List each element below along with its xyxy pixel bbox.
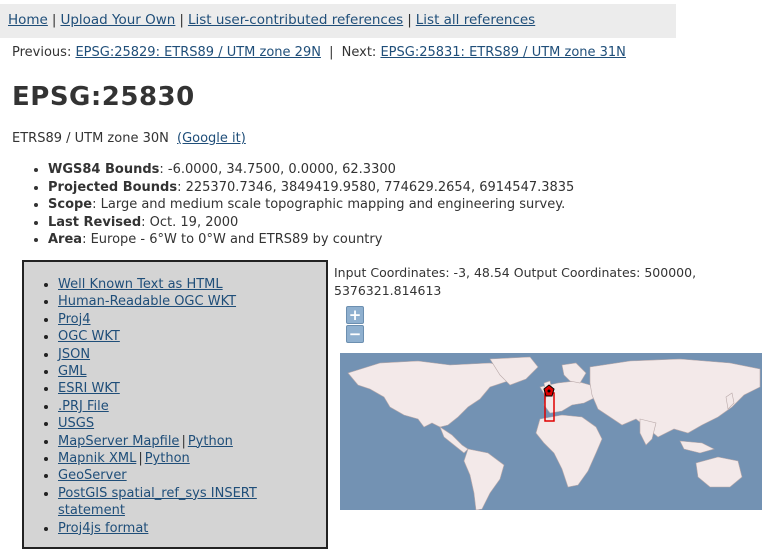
- coordinates-readout: Input Coordinates: -3, 48.54 Output Coor…: [334, 265, 697, 298]
- google-it-link[interactable]: (Google it): [177, 131, 246, 146]
- nav-separator: |: [179, 12, 184, 28]
- proj4js-format-link[interactable]: Proj4js format: [58, 521, 148, 536]
- esri-wkt-link[interactable]: ESRI WKT: [58, 381, 120, 396]
- mapserver-python-link[interactable]: Python: [188, 434, 233, 449]
- next-link[interactable]: EPSG:25831: ETRS89 / UTM zone 31N: [380, 45, 625, 60]
- prevnext-separator: |: [329, 45, 334, 60]
- mapserver-mapfile-link[interactable]: MapServer Mapfile: [58, 434, 179, 449]
- ogc-wkt-link[interactable]: OGC WKT: [58, 329, 120, 344]
- nav-separator: |: [51, 12, 57, 28]
- format-item: Mapnik XML|Python: [58, 450, 326, 467]
- property-key: Scope: [48, 197, 93, 213]
- format-item: JSON: [58, 346, 326, 363]
- format-item: Proj4js format: [58, 520, 326, 537]
- property-value: : Europe - 6°W to 0°W and ETRS89 by coun…: [82, 232, 383, 248]
- format-item: Well Known Text as HTML: [58, 276, 326, 293]
- prj-file-link[interactable]: .PRJ File: [58, 399, 109, 414]
- nav-home-link[interactable]: Home: [8, 12, 48, 28]
- human-readable-ogc-wkt-link[interactable]: Human-Readable OGC WKT: [58, 294, 236, 309]
- geoserver-link[interactable]: GeoServer: [58, 468, 127, 483]
- nav-upload-link[interactable]: Upload Your Own: [60, 12, 175, 28]
- format-item: .PRJ File: [58, 398, 326, 415]
- property-item: Last Revised: Oct. 19, 2000: [48, 214, 574, 232]
- property-value: : -6.0000, 34.7500, 0.0000, 62.3300: [159, 162, 396, 177]
- zoom-out-button[interactable]: −: [346, 325, 364, 343]
- format-item: PostGIS spatial_ref_sys INSERT statement: [58, 485, 326, 520]
- format-item: Human-Readable OGC WKT: [58, 293, 326, 310]
- page-title: EPSG:25830: [12, 82, 195, 112]
- zoom-in-button[interactable]: +: [346, 306, 364, 324]
- property-item: Projected Bounds: 225370.7346, 3849419.9…: [48, 179, 574, 197]
- format-item: ESRI WKT: [58, 380, 326, 397]
- property-value: : 225370.7346, 3849419.9580, 774629.2654…: [177, 179, 575, 195]
- property-item: Scope: Large and medium scale topographi…: [48, 196, 574, 214]
- format-item: MapServer Mapfile|Python: [58, 433, 326, 450]
- previous-label: Previous:: [12, 45, 72, 60]
- format-separator: |: [138, 451, 143, 467]
- properties-list: WGS84 Bounds: -6.0000, 34.7500, 0.0000, …: [34, 161, 574, 249]
- mapnik-python-link[interactable]: Python: [145, 451, 190, 466]
- nav-user-refs-link[interactable]: List user-contributed references: [188, 12, 403, 28]
- crs-subtitle: ETRS89 / UTM zone 30N (Google it): [12, 131, 246, 146]
- format-item: GML: [58, 363, 326, 380]
- previous-link[interactable]: EPSG:25829: ETRS89 / UTM zone 29N: [75, 45, 320, 60]
- wkt-html-link[interactable]: Well Known Text as HTML: [58, 277, 223, 292]
- property-item: Area: Europe - 6°W to 0°W and ETRS89 by …: [48, 231, 574, 249]
- json-link[interactable]: JSON: [58, 347, 90, 362]
- mapnik-xml-link[interactable]: Mapnik XML: [58, 451, 136, 466]
- property-item: WGS84 Bounds: -6.0000, 34.7500, 0.0000, …: [48, 161, 574, 179]
- property-key: Area: [48, 232, 83, 248]
- world-map-svg: [340, 353, 762, 510]
- format-item: OGC WKT: [58, 328, 326, 345]
- format-item: GeoServer: [58, 467, 326, 484]
- property-value: : Large and medium scale topographic map…: [92, 197, 566, 213]
- nav-separator: |: [407, 12, 412, 28]
- gml-link[interactable]: GML: [58, 364, 87, 379]
- formats-list: Well Known Text as HTML Human-Readable O…: [24, 276, 326, 537]
- next-label: Next:: [341, 45, 377, 60]
- nav-all-refs-link[interactable]: List all references: [416, 12, 535, 28]
- format-item: USGS: [58, 415, 326, 432]
- crs-name: ETRS89 / UTM zone 30N: [12, 131, 169, 146]
- format-item: Proj4: [58, 311, 326, 328]
- top-navigation: Home | Upload Your Own | List user-contribut…: [0, 4, 676, 38]
- proj4-link[interactable]: Proj4: [58, 312, 91, 327]
- property-key: Projected Bounds: [48, 179, 178, 195]
- property-value: : Oct. 19, 2000: [141, 214, 239, 230]
- world-map[interactable]: [340, 353, 762, 510]
- property-key: Last Revised: [48, 214, 142, 230]
- property-key: WGS84 Bounds: [48, 162, 160, 177]
- prev-next-navigation: Previous: EPSG:25829: ETRS89 / UTM zone …: [12, 45, 626, 60]
- postgis-insert-link[interactable]: PostGIS spatial_ref_sys INSERT statement: [58, 486, 257, 518]
- format-separator: |: [181, 433, 186, 449]
- formats-panel: Well Known Text as HTML Human-Readable O…: [22, 260, 328, 549]
- usgs-link[interactable]: USGS: [58, 416, 94, 431]
